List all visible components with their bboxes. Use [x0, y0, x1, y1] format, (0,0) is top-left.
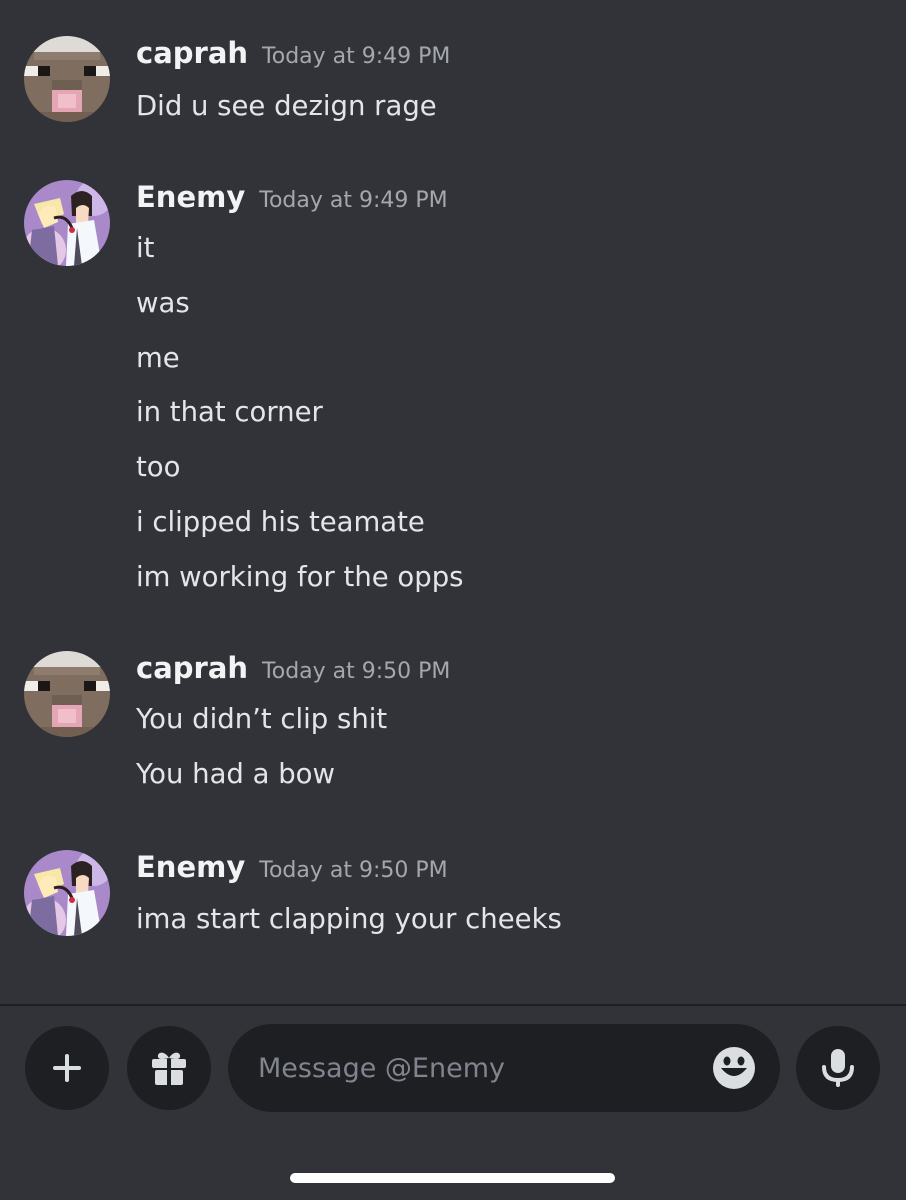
avatar-enemy[interactable] — [24, 180, 110, 266]
plus-icon — [53, 1054, 81, 1082]
message-header: Enemy Today at 9:50 PM — [136, 850, 448, 894]
message-group: caprah Today at 9:49 PM Did u see dezign … — [0, 36, 906, 136]
message-header: caprah Today at 9:50 PM — [136, 651, 450, 695]
message-text[interactable]: ima start clapping your cheeks — [136, 899, 562, 939]
message-text[interactable]: You had a bow — [136, 754, 335, 794]
gift-icon — [152, 1052, 186, 1085]
message-text[interactable]: You didn’t clip shit — [136, 699, 387, 739]
message-header: Enemy Today at 9:49 PM — [136, 180, 448, 224]
username[interactable]: caprah — [136, 36, 248, 70]
username[interactable]: caprah — [136, 651, 248, 685]
message-text[interactable]: me — [136, 338, 180, 378]
anime-avatar-icon — [24, 850, 110, 936]
sheep-avatar-icon — [24, 36, 110, 122]
message-composer — [0, 1006, 906, 1200]
message-text[interactable]: i clipped his teamate — [136, 502, 425, 542]
add-button[interactable] — [25, 1026, 109, 1110]
timestamp: Today at 9:50 PM — [262, 659, 451, 684]
message-header: caprah Today at 9:49 PM — [136, 36, 450, 80]
timestamp: Today at 9:49 PM — [259, 188, 448, 213]
sheep-avatar-icon — [24, 651, 110, 737]
emoji-button[interactable] — [712, 1046, 756, 1090]
message-text[interactable]: in that corner — [136, 392, 323, 432]
gift-button[interactable] — [127, 1026, 211, 1110]
message-field-container[interactable] — [228, 1024, 780, 1112]
username[interactable]: Enemy — [136, 850, 245, 884]
avatar-caprah[interactable] — [24, 36, 110, 122]
message-input[interactable] — [258, 1024, 698, 1112]
message-text[interactable]: it — [136, 228, 154, 268]
message-list: caprah Today at 9:49 PM Did u see dezign … — [0, 0, 906, 1004]
timestamp: Today at 9:49 PM — [262, 44, 451, 69]
message-group: Enemy Today at 9:50 PM ima start clapping… — [0, 850, 906, 950]
emoji-icon — [713, 1047, 755, 1089]
message-text[interactable]: too — [136, 447, 180, 487]
avatar-caprah[interactable] — [24, 651, 110, 737]
anime-avatar-icon — [24, 180, 110, 266]
message-text[interactable]: Did u see dezign rage — [136, 86, 437, 126]
voice-message-button[interactable] — [796, 1026, 880, 1110]
microphone-icon — [822, 1049, 854, 1087]
message-text[interactable]: was — [136, 283, 190, 323]
username[interactable]: Enemy — [136, 180, 245, 214]
timestamp: Today at 9:50 PM — [259, 858, 448, 883]
avatar-enemy[interactable] — [24, 850, 110, 936]
message-text[interactable]: im working for the opps — [136, 557, 463, 597]
message-group: caprah Today at 9:50 PM You didn’t clip s… — [0, 651, 906, 811]
message-group: Enemy Today at 9:49 PM it was me in that … — [0, 180, 906, 610]
home-indicator[interactable] — [290, 1173, 615, 1183]
